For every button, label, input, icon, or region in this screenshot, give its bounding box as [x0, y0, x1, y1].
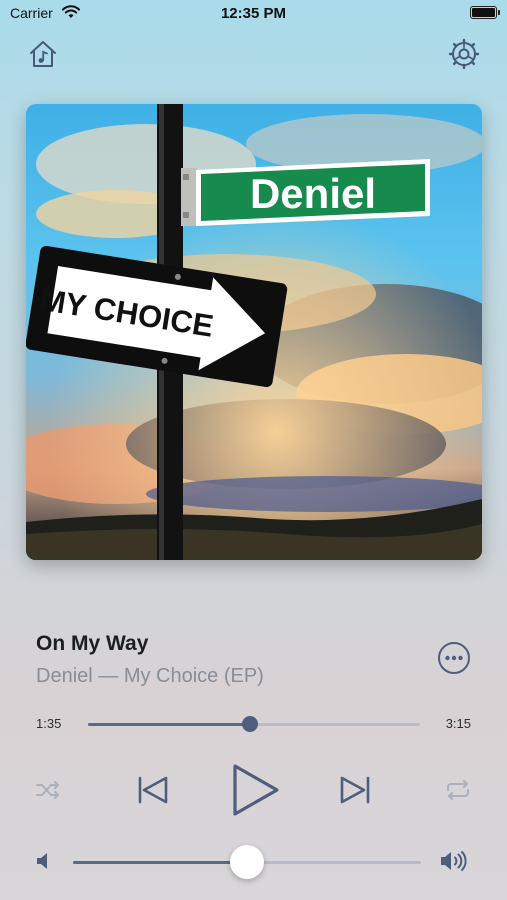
song-title: On My Way — [36, 632, 149, 655]
status-time: 12:35 PM — [220, 5, 287, 22]
volume-slider[interactable] — [73, 845, 421, 879]
playback-progress-slider[interactable] — [88, 716, 420, 732]
elapsed-time: 1:35 — [36, 716, 62, 731]
progress-knob[interactable] — [241, 716, 258, 732]
song-artist-album: Deniel — My Choice (EP) — [36, 665, 264, 687]
shuffle-icon[interactable] — [35, 778, 63, 802]
album-artwork: Deniel MY CHOICE — [26, 104, 482, 560]
repeat-icon[interactable] — [444, 778, 472, 802]
previous-track-icon[interactable] — [136, 773, 170, 807]
progress-fill — [88, 723, 250, 726]
gear-icon[interactable] — [448, 38, 480, 70]
volume-low-icon — [36, 852, 52, 870]
more-ellipsis-icon[interactable] — [437, 641, 471, 675]
next-track-icon[interactable] — [338, 773, 372, 807]
volume-fill — [73, 861, 247, 864]
volume-high-icon — [440, 850, 470, 872]
battery-icon — [470, 6, 500, 19]
play-icon[interactable] — [228, 762, 282, 818]
status-bar: Carrier 12:35 PM — [0, 0, 507, 30]
volume-knob[interactable] — [230, 845, 264, 879]
total-duration: 3:15 — [445, 716, 471, 731]
street-sign-text: Deniel — [250, 170, 376, 217]
home-music-icon[interactable] — [27, 38, 59, 70]
